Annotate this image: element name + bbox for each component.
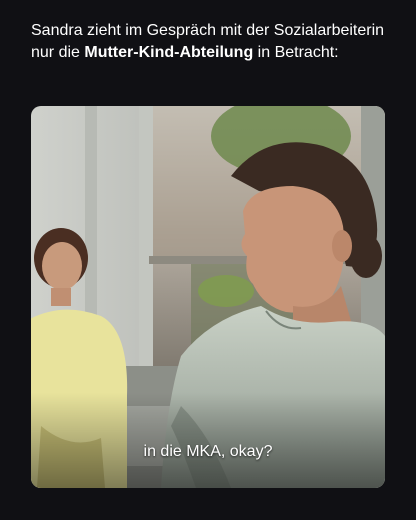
video-still[interactable]: in die MKA, okay?: [31, 106, 385, 488]
caption-text-end: in Betracht:: [253, 44, 339, 61]
video-subtitle: in die MKA, okay?: [143, 443, 273, 460]
video-scene: [31, 106, 385, 488]
post-caption: Sandra zieht im Gespräch mit der Soziala…: [31, 20, 386, 64]
caption-emphasis: Mutter-Kind-Abteilung: [84, 44, 254, 61]
